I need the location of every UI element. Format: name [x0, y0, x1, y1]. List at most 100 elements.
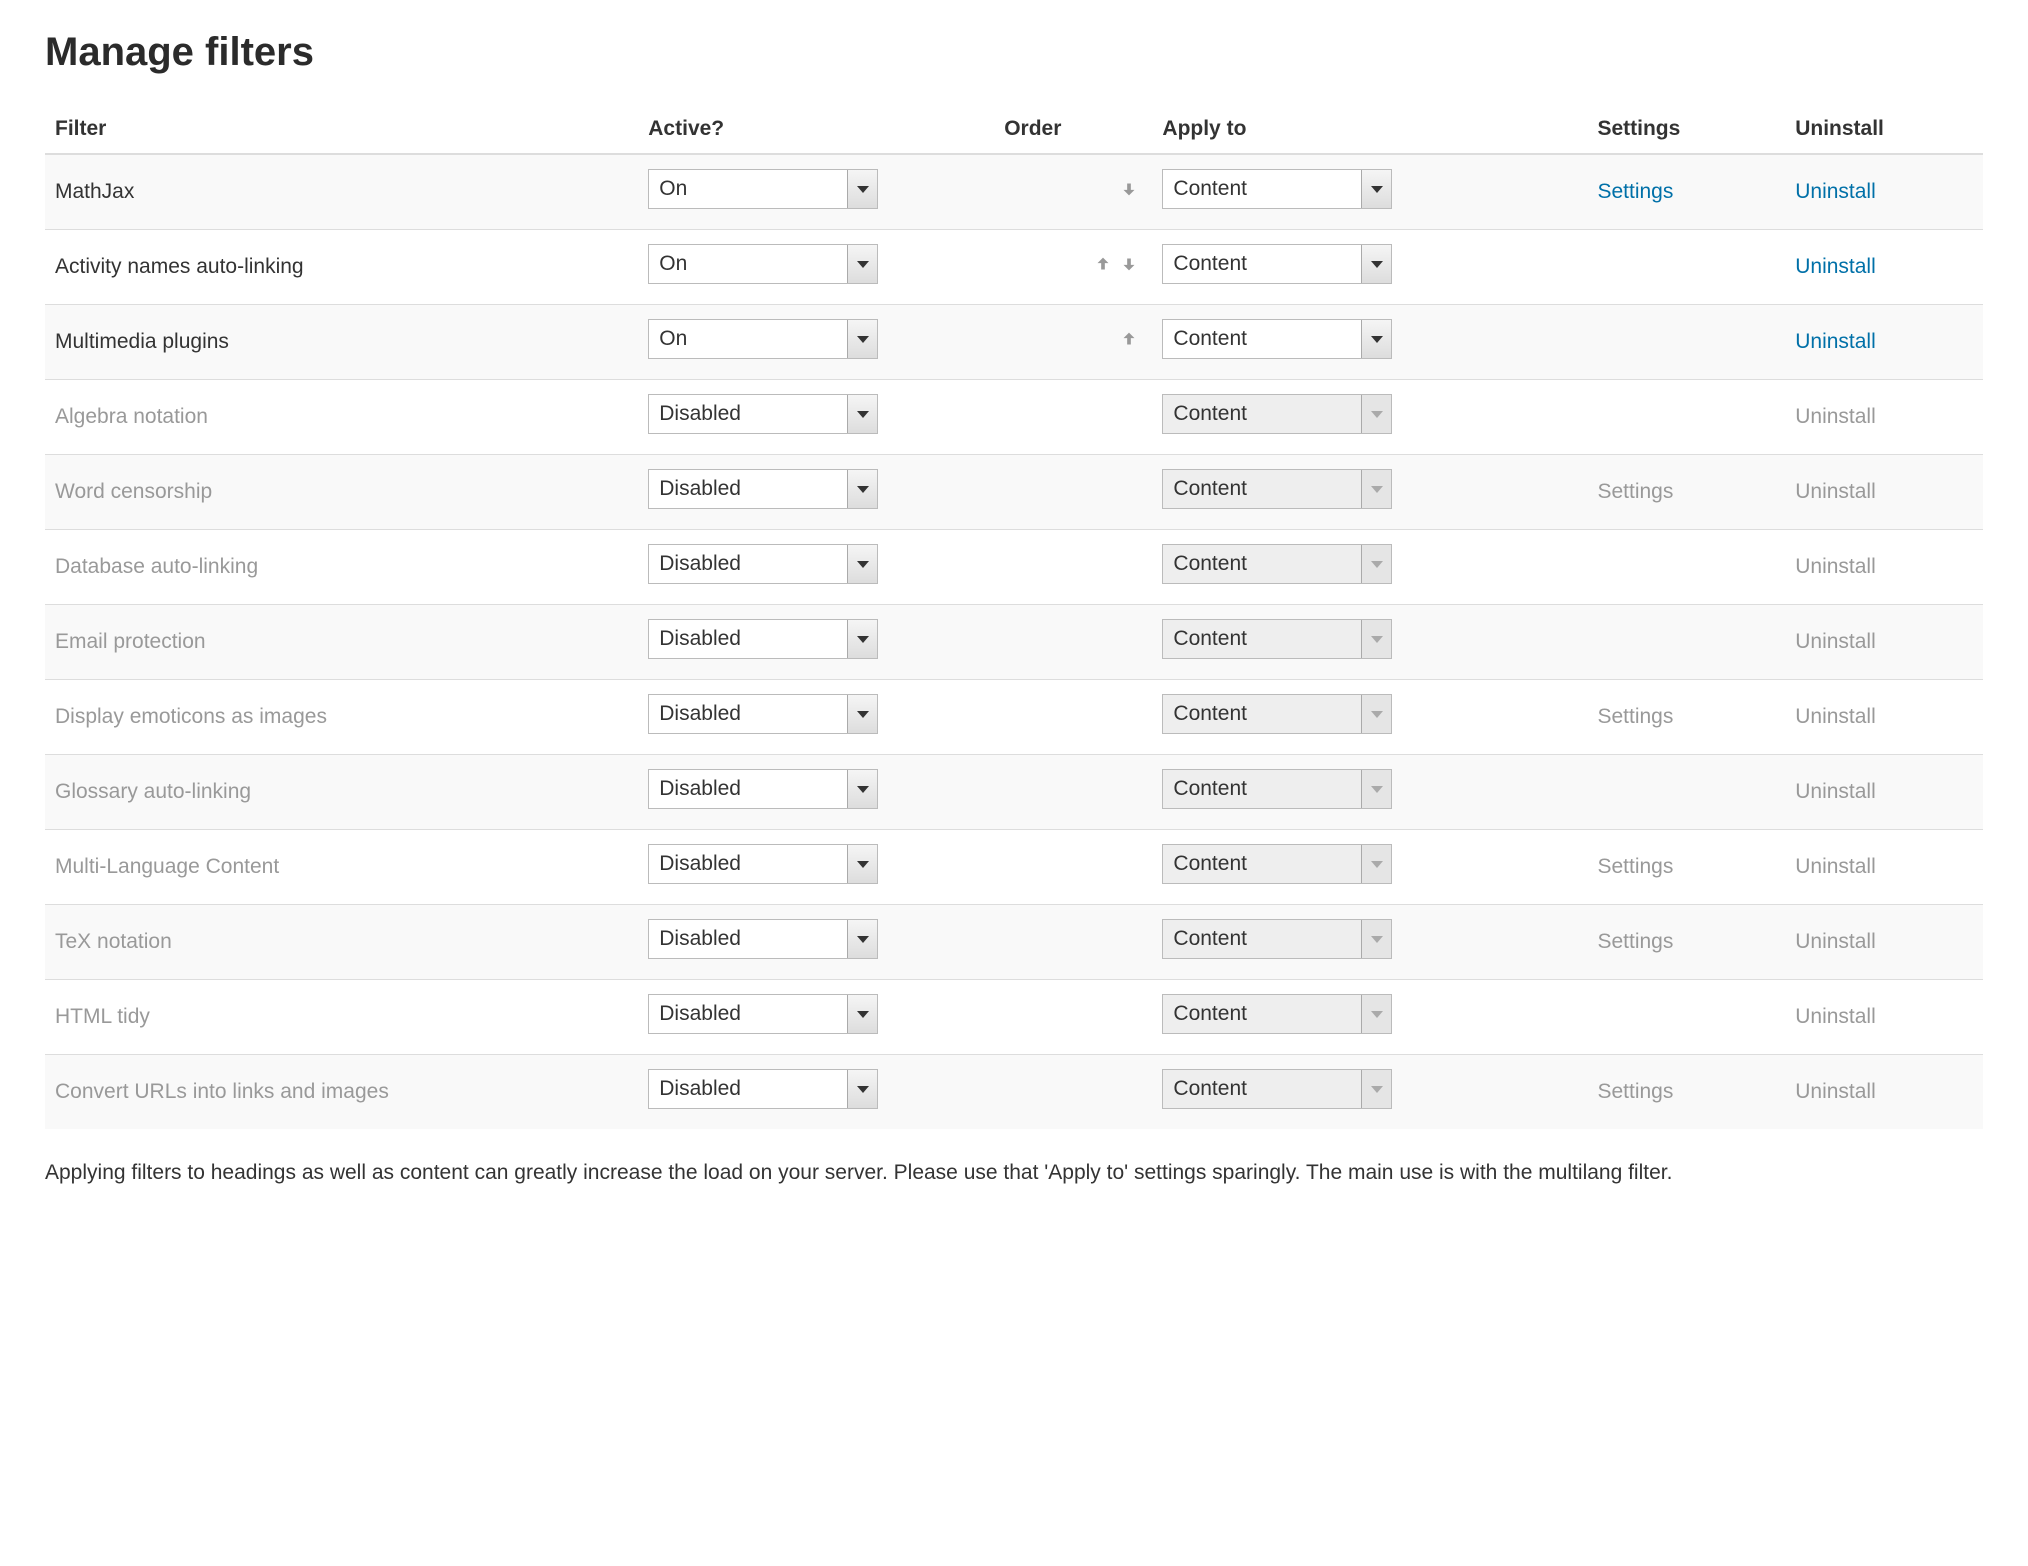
move-up-icon[interactable]: [1116, 328, 1142, 350]
active-select-value: Disabled: [659, 770, 741, 808]
caret-down-icon: [1371, 936, 1383, 943]
page-title: Manage filters: [45, 30, 1983, 75]
settings-cell: [1587, 755, 1785, 830]
settings-cell: Settings: [1587, 455, 1785, 530]
dropdown-button[interactable]: [847, 320, 877, 358]
active-select[interactable]: Disabled: [648, 619, 878, 659]
uninstall-cell: Uninstall: [1785, 154, 1983, 230]
uninstall-link-disabled: Uninstall: [1795, 1005, 1876, 1028]
dropdown-button[interactable]: [847, 845, 877, 883]
filter-name: Algebra notation: [45, 380, 638, 455]
settings-cell: [1587, 305, 1785, 380]
apply-select: Content: [1162, 544, 1392, 584]
uninstall-link-disabled: Uninstall: [1795, 930, 1876, 953]
table-row: HTML tidyDisabledContentUninstall: [45, 980, 1983, 1055]
apply-select: Content: [1162, 994, 1392, 1034]
apply-select-value: Content: [1173, 545, 1247, 583]
dropdown-button: [1361, 545, 1391, 583]
active-select[interactable]: Disabled: [648, 469, 878, 509]
uninstall-cell: Uninstall: [1785, 830, 1983, 905]
active-select[interactable]: Disabled: [648, 919, 878, 959]
filter-name: Word censorship: [45, 455, 638, 530]
apply-select-value: Content: [1173, 920, 1247, 958]
dropdown-button: [1361, 770, 1391, 808]
settings-cell: [1587, 230, 1785, 305]
active-select[interactable]: On: [648, 319, 878, 359]
active-select[interactable]: Disabled: [648, 1069, 878, 1109]
uninstall-link[interactable]: Uninstall: [1795, 255, 1876, 278]
apply-select[interactable]: Content: [1162, 169, 1392, 209]
dropdown-button[interactable]: [847, 920, 877, 958]
filter-name: Activity names auto-linking: [45, 230, 638, 305]
dropdown-button[interactable]: [847, 620, 877, 658]
caret-down-icon: [1371, 636, 1383, 643]
dropdown-button[interactable]: [847, 995, 877, 1033]
caret-down-icon: [857, 786, 869, 793]
apply-cell: Content: [1152, 830, 1587, 905]
dropdown-button[interactable]: [847, 695, 877, 733]
table-row: Multimedia pluginsOn Content Uninstall: [45, 305, 1983, 380]
active-select-value: Disabled: [659, 995, 741, 1033]
dropdown-button[interactable]: [847, 770, 877, 808]
settings-link[interactable]: Settings: [1597, 180, 1673, 203]
active-select[interactable]: On: [648, 244, 878, 284]
active-select[interactable]: Disabled: [648, 994, 878, 1034]
move-down-icon[interactable]: [1116, 253, 1142, 275]
order-cell: [994, 230, 1152, 305]
dropdown-button[interactable]: [847, 545, 877, 583]
dropdown-button: [1361, 920, 1391, 958]
apply-cell: Content: [1152, 530, 1587, 605]
active-select-value: Disabled: [659, 620, 741, 658]
filter-name: Display emoticons as images: [45, 680, 638, 755]
apply-select[interactable]: Content: [1162, 319, 1392, 359]
order-cell: [994, 905, 1152, 980]
header-order: Order: [994, 105, 1152, 154]
apply-cell: Content: [1152, 755, 1587, 830]
active-cell: Disabled: [638, 455, 994, 530]
apply-cell: Content: [1152, 380, 1587, 455]
settings-cell: Settings: [1587, 830, 1785, 905]
dropdown-button: [1361, 845, 1391, 883]
dropdown-button[interactable]: [1361, 245, 1391, 283]
dropdown-button[interactable]: [1361, 320, 1391, 358]
dropdown-button[interactable]: [847, 170, 877, 208]
apply-select[interactable]: Content: [1162, 244, 1392, 284]
order-cell: [994, 1055, 1152, 1130]
header-settings: Settings: [1587, 105, 1785, 154]
uninstall-link-disabled: Uninstall: [1795, 555, 1876, 578]
uninstall-cell: Uninstall: [1785, 905, 1983, 980]
active-select[interactable]: Disabled: [648, 769, 878, 809]
move-down-icon[interactable]: [1116, 178, 1142, 200]
dropdown-button[interactable]: [847, 1070, 877, 1108]
dropdown-button[interactable]: [847, 395, 877, 433]
apply-select: Content: [1162, 694, 1392, 734]
dropdown-button[interactable]: [847, 245, 877, 283]
uninstall-cell: Uninstall: [1785, 230, 1983, 305]
uninstall-link[interactable]: Uninstall: [1795, 330, 1876, 353]
active-select[interactable]: On: [648, 169, 878, 209]
active-select-value: On: [659, 170, 687, 208]
filters-table: Filter Active? Order Apply to Settings U…: [45, 105, 1983, 1129]
uninstall-cell: Uninstall: [1785, 305, 1983, 380]
caret-down-icon: [857, 336, 869, 343]
dropdown-button[interactable]: [847, 470, 877, 508]
uninstall-link[interactable]: Uninstall: [1795, 180, 1876, 203]
uninstall-link-disabled: Uninstall: [1795, 630, 1876, 653]
apply-cell: Content: [1152, 305, 1587, 380]
settings-link-disabled: Settings: [1597, 855, 1673, 878]
caret-down-icon: [1371, 711, 1383, 718]
filter-name: Multimedia plugins: [45, 305, 638, 380]
apply-select: Content: [1162, 769, 1392, 809]
move-up-icon[interactable]: [1090, 253, 1116, 275]
caret-down-icon: [1371, 261, 1383, 268]
active-cell: On: [638, 154, 994, 230]
dropdown-button[interactable]: [1361, 170, 1391, 208]
apply-cell: Content: [1152, 905, 1587, 980]
active-select[interactable]: Disabled: [648, 844, 878, 884]
header-apply: Apply to: [1152, 105, 1587, 154]
active-select[interactable]: Disabled: [648, 694, 878, 734]
caret-down-icon: [857, 711, 869, 718]
active-select[interactable]: Disabled: [648, 394, 878, 434]
active-select[interactable]: Disabled: [648, 544, 878, 584]
apply-cell: Content: [1152, 980, 1587, 1055]
